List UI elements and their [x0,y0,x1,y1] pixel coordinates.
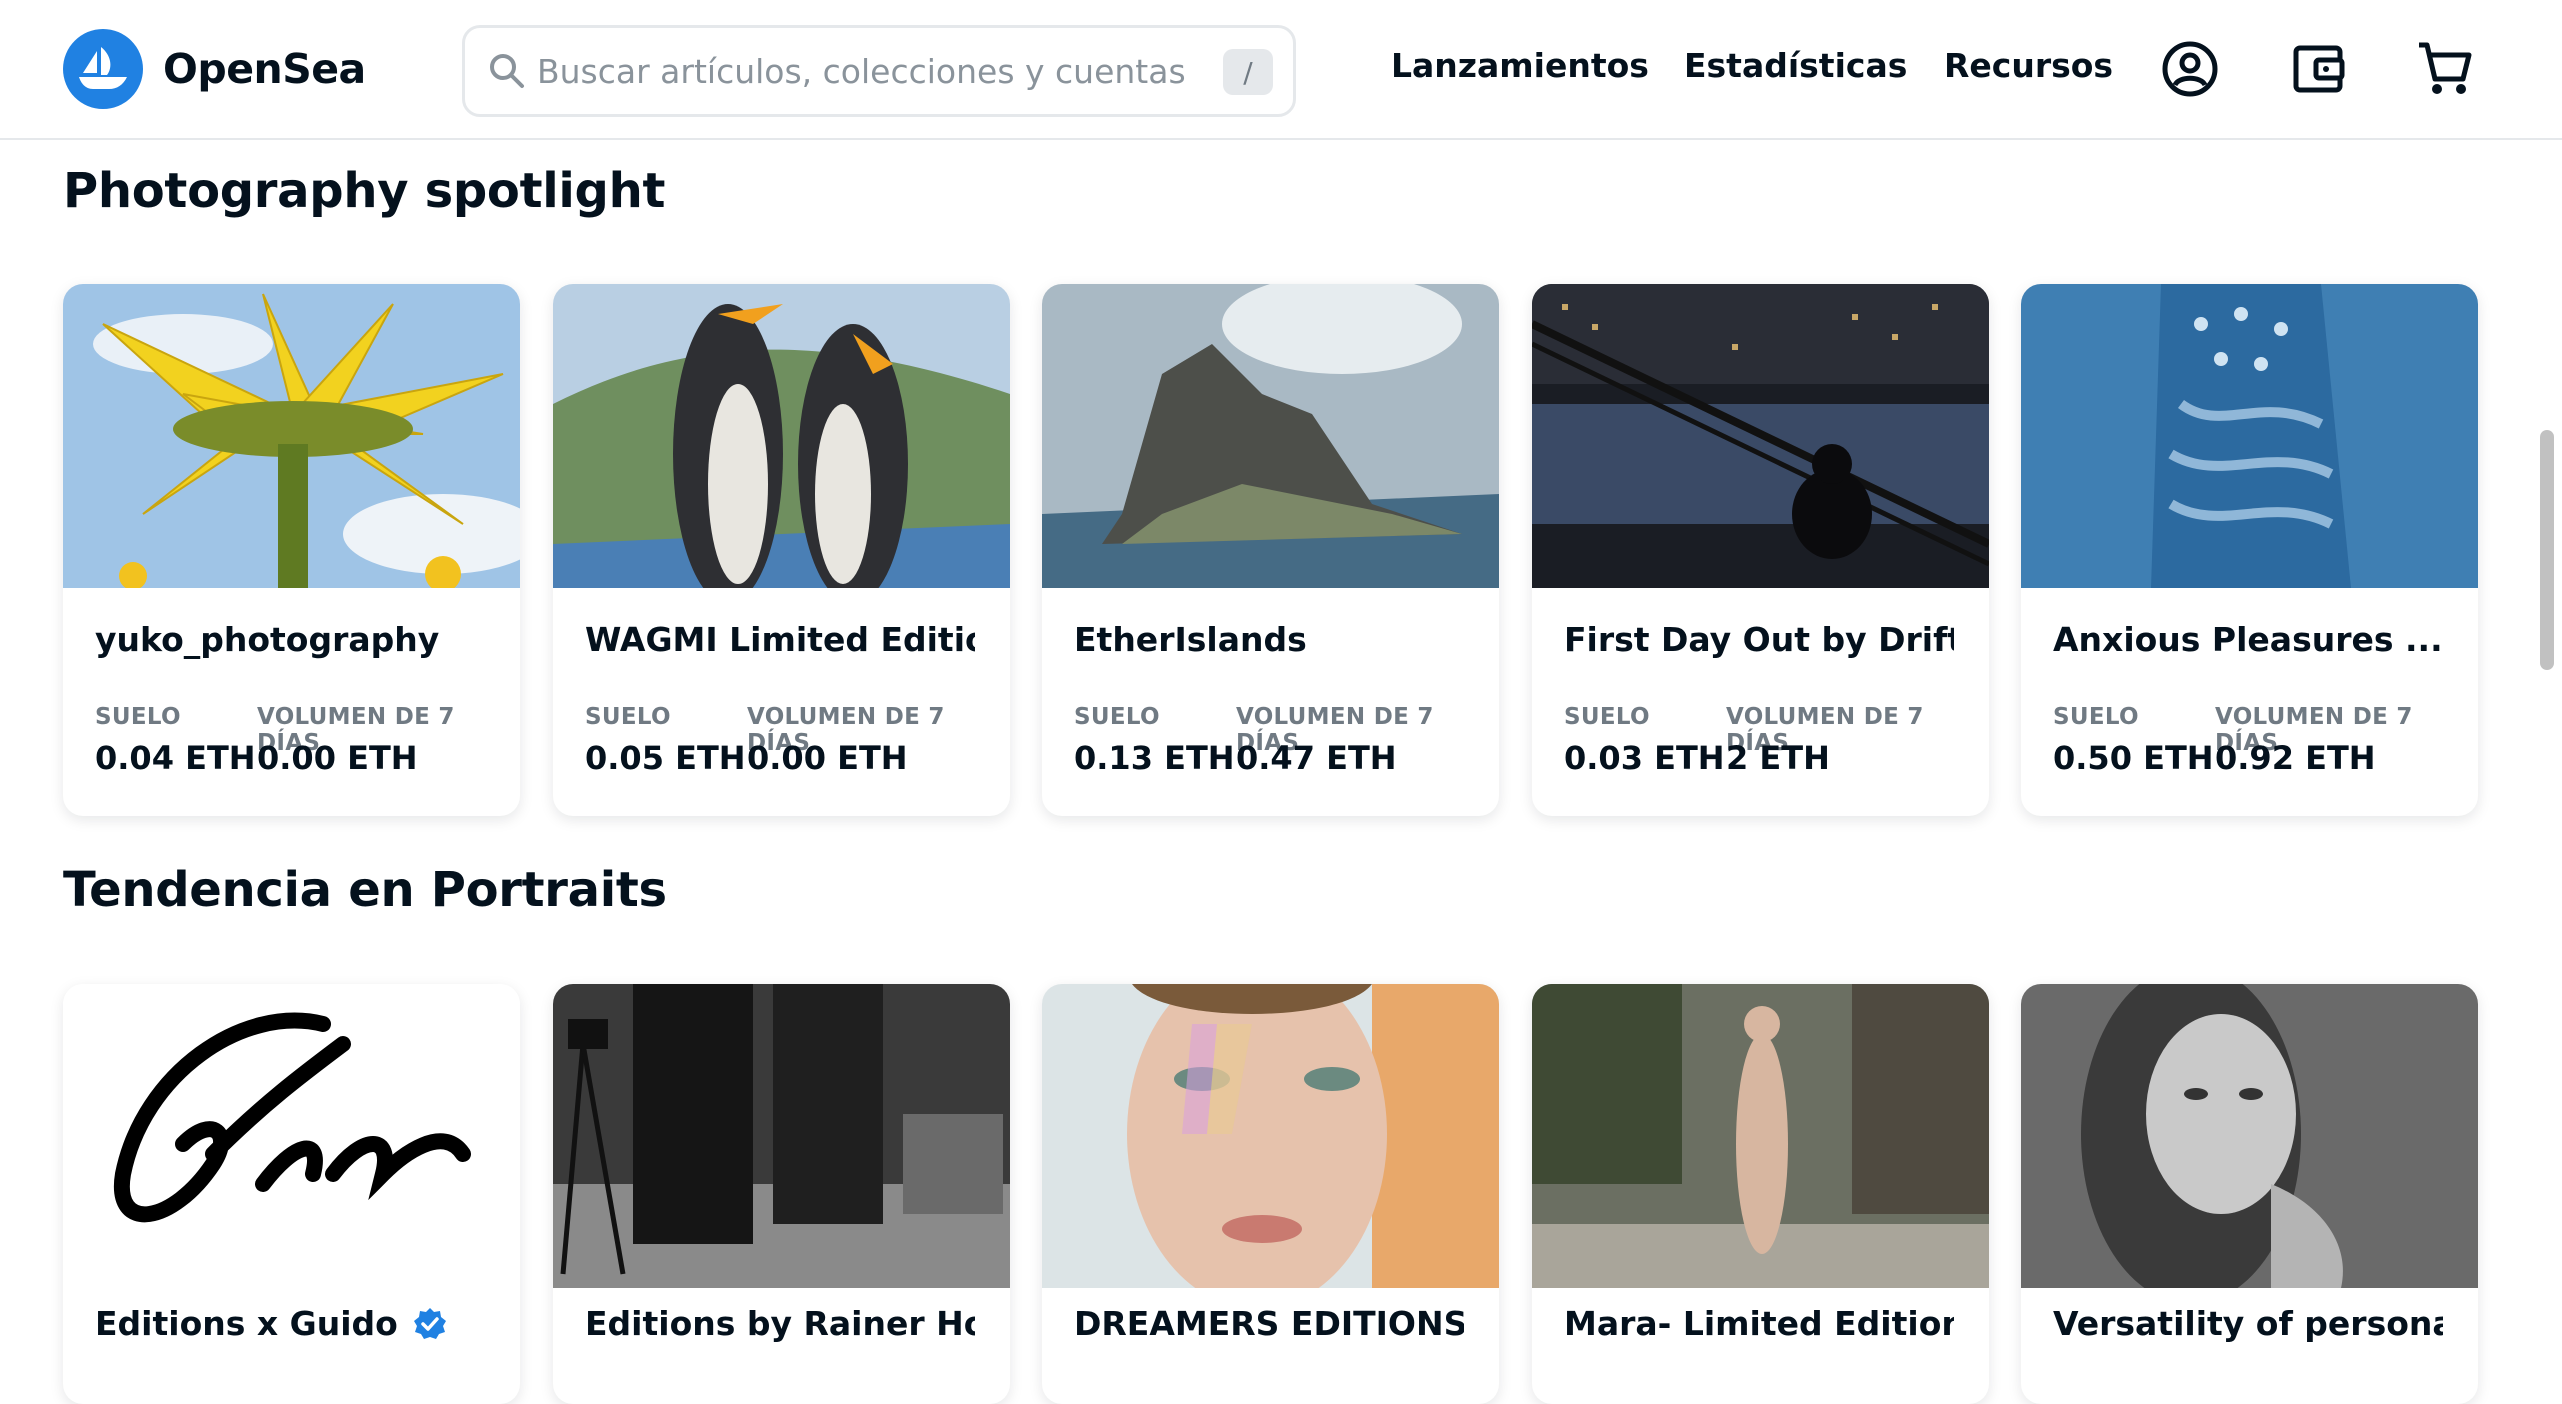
collection-image-rainbow-face [1042,984,1499,1288]
opensea-ship-icon [63,29,143,109]
floor-value: 0.04 ETH [95,739,256,777]
collection-name: yuko_photography [95,620,440,659]
collection-image-sunflower [63,284,520,588]
floor-value: 0.50 ETH [2053,739,2214,777]
volume-value: 0.00 ETH [747,739,908,777]
account-icon[interactable] [2157,36,2223,102]
collection-name: Editions by Rainer Hos... [585,1304,975,1343]
collection-image-studio [553,984,1010,1288]
page-scrollbar[interactable] [2540,430,2554,670]
floor-value: 0.05 ETH [585,739,746,777]
logo-text: OpenSea [163,45,366,93]
top-navbar: OpenSea / Lanzamientos Estadísticas Recu… [0,0,2562,140]
nav-recursos[interactable]: Recursos [1944,46,2113,85]
volume-value: 0.00 ETH [257,739,418,777]
collection-card[interactable]: Versatility of personali... [2021,984,2478,1404]
collection-card[interactable]: Anxious Pleasures ... SUELO VOLUMEN DE 7… [2021,284,2478,816]
collection-card[interactable]: Editions by Rainer Hos... [553,984,1010,1404]
collection-name: Versatility of personali... [2053,1304,2443,1343]
nav-estadisticas[interactable]: Estadísticas [1684,46,1907,85]
collection-name: DREAMERS EDITIONS BY... [1074,1304,1464,1343]
section-title-portraits: Tendencia en Portraits [63,862,667,918]
volume-value: 0.47 ETH [1236,739,1397,777]
collection-image-night-city [1532,284,1989,588]
floor-label: SUELO [2053,704,2139,730]
search-icon [490,54,524,88]
cart-icon[interactable] [2412,36,2478,102]
collection-card[interactable]: DREAMERS EDITIONS BY... [1042,984,1499,1404]
search-input[interactable] [535,50,1199,92]
floor-value: 0.03 ETH [1564,739,1725,777]
volume-value: 2 ETH [1726,739,1830,777]
collection-card[interactable]: WAGMI Limited Editions SUELO VOLUMEN DE … [553,284,1010,816]
collection-name: Editions x Guido [95,1304,448,1343]
section-title-photography: Photography spotlight [63,163,666,219]
collection-image-flag [2021,284,2478,588]
collection-card[interactable]: First Day Out by Drifter... SUELO VOLUME… [1532,284,1989,816]
opensea-logo[interactable]: OpenSea [63,29,366,109]
collection-name: Anxious Pleasures ... [2053,620,2443,659]
collection-card[interactable]: Editions x Guido [63,984,520,1404]
collection-name: WAGMI Limited Editions [585,620,975,659]
nav-lanzamientos[interactable]: Lanzamientos [1391,46,1649,85]
collection-name: Mara- Limited Edition [1564,1304,1954,1343]
collection-card[interactable]: Mara- Limited Edition [1532,984,1989,1404]
collection-name: First Day Out by Drifter... [1564,620,1954,659]
floor-label: SUELO [1074,704,1160,730]
floor-label: SUELO [585,704,671,730]
collection-image-garden-figure [1532,984,1989,1288]
wallet-icon[interactable] [2286,36,2352,102]
collection-image-penguins [553,284,1010,588]
search-bar[interactable]: / [462,25,1296,117]
floor-label: SUELO [95,704,181,730]
floor-value: 0.13 ETH [1074,739,1235,777]
collection-card[interactable]: yuko_photography SUELO VOLUMEN DE 7 DÍAS… [63,284,520,816]
collection-image-guido-signature [63,984,520,1288]
collection-image-bw-portrait [2021,984,2478,1288]
collection-card[interactable]: EtherIslands SUELO VOLUMEN DE 7 DÍAS 0.1… [1042,284,1499,816]
collection-name: EtherIslands [1074,620,1307,659]
verified-badge-icon [413,1307,446,1339]
floor-label: SUELO [1564,704,1650,730]
volume-value: 0.92 ETH [2215,739,2376,777]
collection-image-island [1042,284,1499,588]
search-shortcut-key: / [1223,49,1273,95]
